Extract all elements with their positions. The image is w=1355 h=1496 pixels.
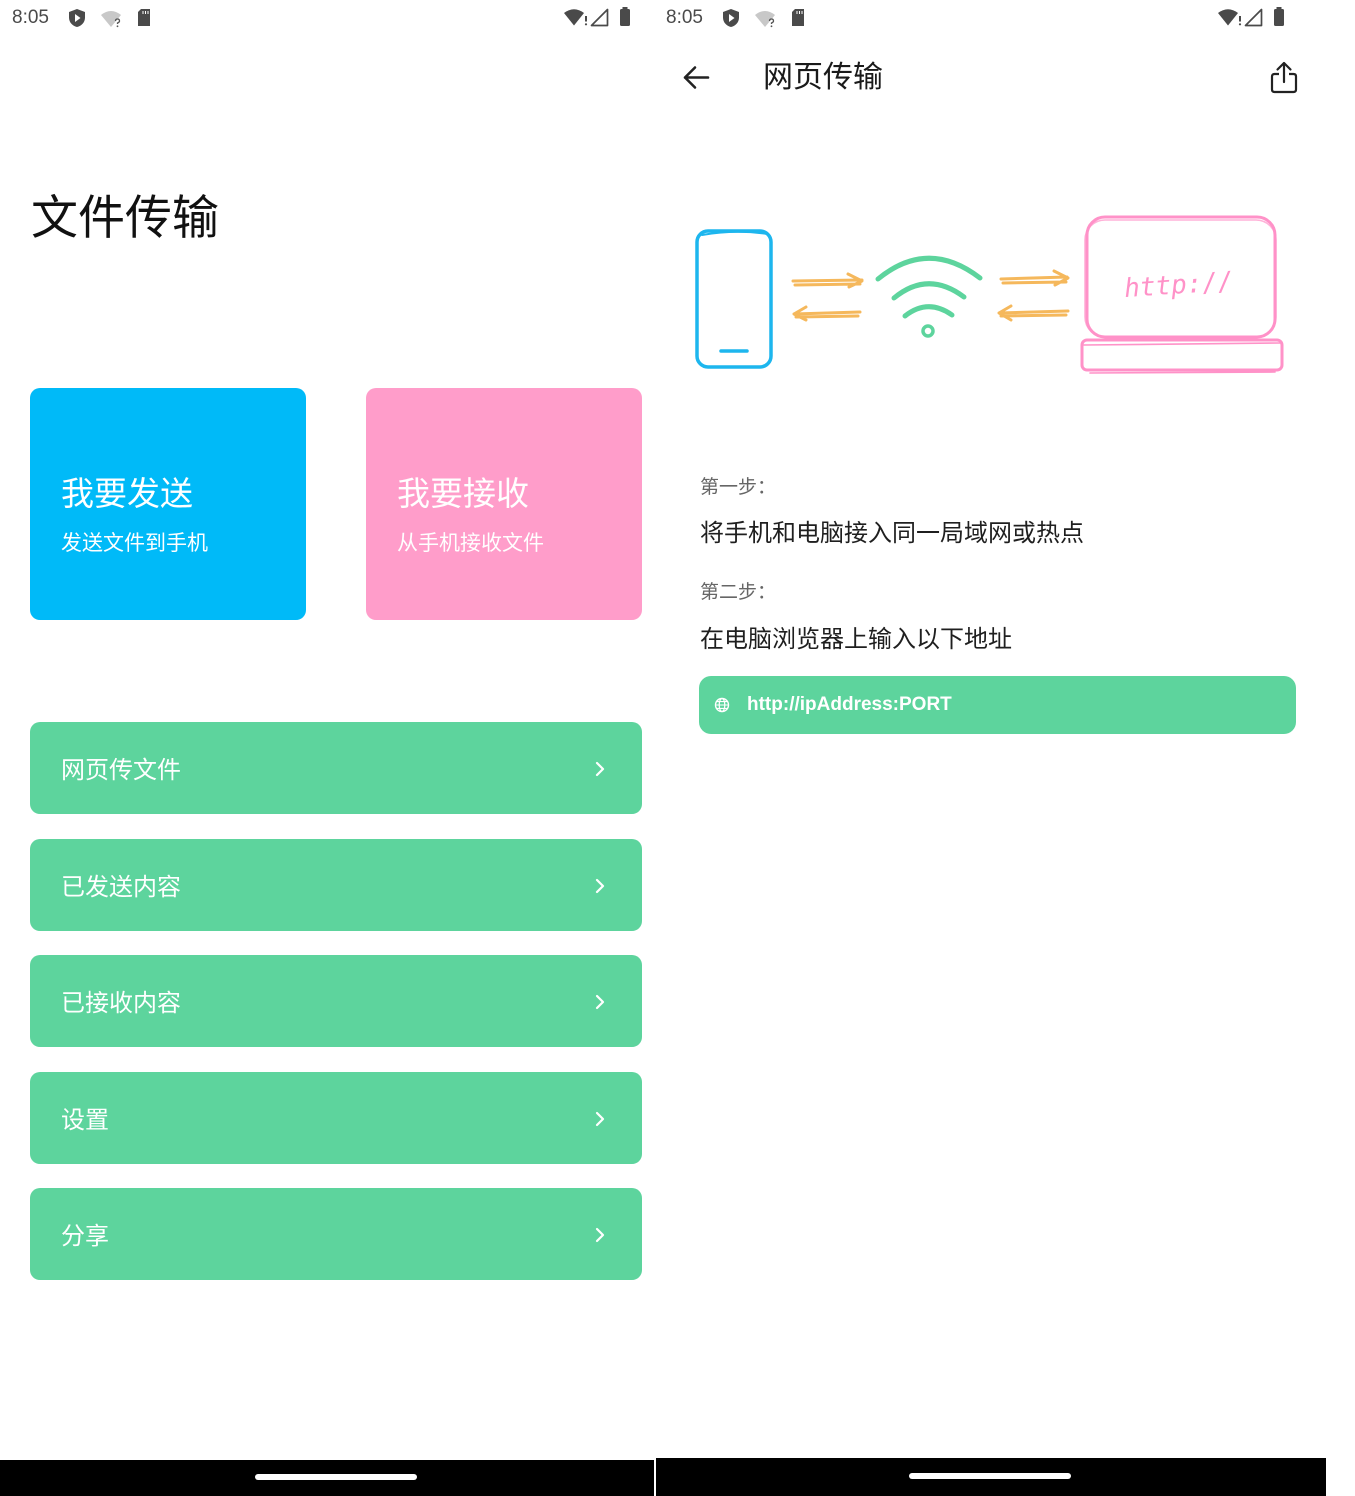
- left-screen: 8:05 文件传输 我要发送 发送文件到手机 我要接收 从手机接收文件 网页传文…: [0, 0, 654, 1496]
- status-time: 8:05: [12, 7, 49, 28]
- shield-icon: [723, 9, 739, 27]
- menu-item-received[interactable]: 已接收内容: [30, 955, 642, 1047]
- chevron-right-icon: [595, 878, 605, 894]
- wifi-illustration: [875, 255, 983, 338]
- menu-item-label: 分享: [61, 1223, 109, 1250]
- receive-card-title: 我要接收: [397, 475, 529, 512]
- chevron-right-icon: [595, 761, 605, 777]
- step-1-text: 将手机和电脑接入同一局域网或热点: [700, 520, 1084, 547]
- step-2-label: 第二步：: [700, 582, 777, 603]
- status-time: 8:05: [666, 7, 703, 28]
- home-gesture-handle[interactable]: [909, 1473, 1071, 1479]
- navigation-bar: [0, 1460, 654, 1496]
- wifi-unknown-icon: [101, 11, 121, 28]
- shield-icon: [69, 9, 85, 27]
- step-1-label: 第一步：: [700, 477, 777, 498]
- home-gesture-handle[interactable]: [255, 1474, 417, 1480]
- page-title: 文件传输: [31, 191, 219, 244]
- send-card[interactable]: 我要发送 发送文件到手机: [30, 388, 306, 620]
- menu-item-web-transfer[interactable]: 网页传文件: [30, 722, 642, 814]
- sd-card-icon: [792, 9, 804, 26]
- wifi-unknown-icon: [755, 11, 775, 28]
- laptop-url-text: http://: [1123, 267, 1234, 305]
- page-title: 网页传输: [763, 61, 883, 94]
- arrows-illustration: [791, 269, 1070, 322]
- receive-card-subtitle: 从手机接收文件: [397, 532, 544, 555]
- menu-item-label: 设置: [61, 1107, 109, 1134]
- chevron-right-icon: [595, 1227, 605, 1243]
- send-card-subtitle: 发送文件到手机: [61, 532, 208, 555]
- battery-icon: [1274, 7, 1284, 26]
- menu-item-settings[interactable]: 设置: [30, 1072, 642, 1164]
- signal-icon: [1244, 8, 1263, 27]
- wifi-alert-icon: [564, 9, 588, 26]
- address-text: http://ipAddress:PORT: [747, 694, 952, 715]
- signal-icon: [590, 8, 609, 27]
- send-card-title: 我要发送: [61, 475, 193, 512]
- receive-card[interactable]: 我要接收 从手机接收文件: [366, 388, 642, 620]
- menu-item-label: 已发送内容: [61, 874, 181, 901]
- menu-item-sent[interactable]: 已发送内容: [30, 839, 642, 931]
- battery-icon: [620, 7, 630, 26]
- step-2-text: 在电脑浏览器上输入以下地址: [700, 626, 1012, 653]
- menu-item-label: 已接收内容: [61, 990, 181, 1017]
- chevron-right-icon: [595, 1111, 605, 1127]
- arrow-back-icon[interactable]: [682, 64, 710, 91]
- chevron-right-icon: [595, 994, 605, 1010]
- wifi-alert-icon: [1218, 9, 1242, 26]
- share-icon[interactable]: [1270, 60, 1298, 94]
- phone-illustration: [695, 229, 773, 369]
- address-box[interactable]: http://ipAddress:PORT: [699, 676, 1296, 734]
- navigation-bar: [656, 1458, 1326, 1496]
- menu-item-share[interactable]: 分享: [30, 1188, 642, 1280]
- transfer-illustration: http://: [695, 215, 1284, 374]
- right-screen: 8:05 网页传输 http:// 第一步： 将手机和电脑接入同一局域网或热点 …: [654, 0, 1326, 1496]
- sd-card-icon: [138, 9, 150, 26]
- globe-icon: [714, 697, 730, 713]
- menu-item-label: 网页传文件: [61, 757, 181, 784]
